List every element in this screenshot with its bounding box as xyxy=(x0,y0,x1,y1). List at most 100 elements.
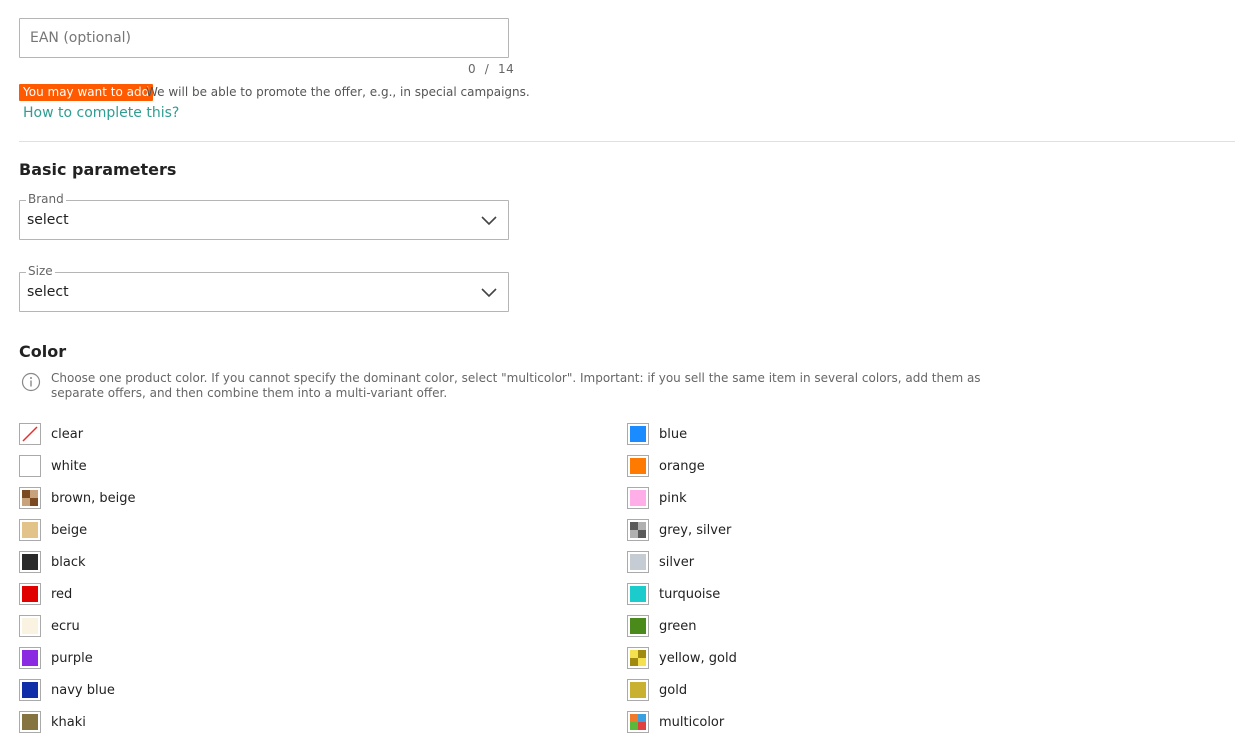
chevron-down-icon xyxy=(481,216,497,226)
color-option-beige[interactable]: beige xyxy=(19,518,87,542)
color-option-label: turquoise xyxy=(659,586,721,602)
size-select[interactable]: Size select xyxy=(19,264,509,312)
color-option-khaki[interactable]: khaki xyxy=(19,710,86,734)
color-option-label: silver xyxy=(659,554,695,570)
color-option-label: green xyxy=(659,618,697,634)
color-swatch-frame xyxy=(19,679,41,701)
color-swatch-frame xyxy=(19,711,41,733)
color-swatch-orange xyxy=(630,458,646,474)
color-option-gold[interactable]: gold xyxy=(627,678,687,702)
color-option-label: grey, silver xyxy=(659,522,732,538)
color-option-label: gold xyxy=(659,682,688,698)
color-option-red[interactable]: red xyxy=(19,582,72,606)
color-option-orange[interactable]: orange xyxy=(627,454,705,478)
ean-character-counter: 0 / 14 xyxy=(468,62,514,76)
section-divider xyxy=(19,141,1235,142)
color-swatch-frame xyxy=(627,487,649,509)
color-option-pink[interactable]: pink xyxy=(627,486,687,510)
info-icon xyxy=(21,372,41,392)
color-option-label: red xyxy=(51,586,73,602)
color-info-text: Choose one product color. If you cannot … xyxy=(51,371,981,400)
color-swatch-frame xyxy=(19,519,41,541)
color-option-label: multicolor xyxy=(659,714,725,730)
color-option-turquoise[interactable]: turquoise xyxy=(627,582,720,606)
color-option-black[interactable]: black xyxy=(19,550,86,574)
basic-parameters-title: Basic parameters xyxy=(19,160,177,179)
color-option-navy-blue[interactable]: navy blue xyxy=(19,678,115,702)
color-swatch-brown-beige xyxy=(22,490,38,506)
color-swatch-turquoise xyxy=(630,586,646,602)
color-swatch-red xyxy=(22,586,38,602)
color-swatch-frame xyxy=(627,455,649,477)
color-option-label: black xyxy=(51,554,86,570)
color-swatch-ecru xyxy=(22,618,38,634)
you-may-want-to-add-badge: You may want to add xyxy=(19,84,154,101)
color-option-label: purple xyxy=(51,650,93,666)
color-option-brown-beige[interactable]: brown, beige xyxy=(19,486,136,510)
color-swatch-silver xyxy=(630,554,646,570)
ean-input[interactable] xyxy=(19,18,509,58)
color-option-ecru[interactable]: ecru xyxy=(19,614,80,638)
color-swatch-frame xyxy=(627,519,649,541)
chevron-down-icon xyxy=(481,288,497,298)
ean-promotion-note: We will be able to promote the offer, e.… xyxy=(146,85,530,99)
color-swatch-yellow-gold xyxy=(630,650,646,666)
color-option-label: clear xyxy=(51,426,84,442)
color-option-label: navy blue xyxy=(51,682,115,698)
color-swatch-frame xyxy=(627,583,649,605)
color-swatch-pink xyxy=(630,490,646,506)
color-option-silver[interactable]: silver xyxy=(627,550,694,574)
color-swatch-frame xyxy=(19,487,41,509)
counter-current: 0 xyxy=(468,62,477,76)
color-swatch-navy-blue xyxy=(22,682,38,698)
color-option-label: beige xyxy=(51,522,88,538)
brand-select-label: Brand xyxy=(26,192,66,206)
size-select-label: Size xyxy=(26,264,55,278)
color-swatch-frame xyxy=(627,679,649,701)
color-swatch-grey-silver xyxy=(630,522,646,538)
color-option-label: brown, beige xyxy=(51,490,136,506)
color-swatch-blue xyxy=(630,426,646,442)
color-swatch-frame xyxy=(19,551,41,573)
color-swatch-frame xyxy=(19,647,41,669)
color-option-label: orange xyxy=(659,458,705,474)
color-swatch-frame xyxy=(627,647,649,669)
color-swatch-frame xyxy=(19,455,41,477)
how-to-complete-link[interactable]: How to complete this? xyxy=(23,105,179,121)
color-option-label: pink xyxy=(659,490,687,506)
color-swatch-white xyxy=(22,458,38,474)
color-swatch-multicolor xyxy=(630,714,646,730)
color-option-label: ecru xyxy=(51,618,80,634)
color-swatch-khaki xyxy=(22,714,38,730)
color-swatch-green xyxy=(630,618,646,634)
color-option-label: blue xyxy=(659,426,688,442)
color-option-grey-silver[interactable]: grey, silver xyxy=(627,518,731,542)
color-option-yellow-gold[interactable]: yellow, gold xyxy=(627,646,737,670)
color-option-white[interactable]: white xyxy=(19,454,87,478)
color-swatch-black xyxy=(22,554,38,570)
color-swatch-gold xyxy=(630,682,646,698)
color-option-multicolor[interactable]: multicolor xyxy=(627,710,724,734)
brand-select[interactable]: Brand select xyxy=(19,192,509,240)
clear-color-icon xyxy=(20,424,40,444)
color-option-label: yellow, gold xyxy=(659,650,737,666)
counter-max: 14 xyxy=(497,62,515,76)
color-swatch-frame xyxy=(627,711,649,733)
color-swatch-purple xyxy=(22,650,38,666)
color-option-green[interactable]: green xyxy=(627,614,697,638)
color-swatch-frame xyxy=(627,551,649,573)
color-option-blue[interactable]: blue xyxy=(627,422,687,446)
brand-select-value: select xyxy=(27,212,69,228)
counter-separator: / xyxy=(484,62,490,76)
color-swatch-frame xyxy=(19,583,41,605)
color-option-purple[interactable]: purple xyxy=(19,646,93,670)
color-swatch-frame xyxy=(627,423,649,445)
color-title: Color xyxy=(19,342,67,361)
size-select-value: select xyxy=(27,284,69,300)
color-option-clear[interactable]: clear xyxy=(19,422,83,446)
color-swatch-frame xyxy=(627,615,649,637)
color-swatch-frame xyxy=(19,615,41,637)
color-swatch-frame xyxy=(19,423,41,445)
color-swatch-beige xyxy=(22,522,38,538)
color-option-label: khaki xyxy=(51,714,86,730)
